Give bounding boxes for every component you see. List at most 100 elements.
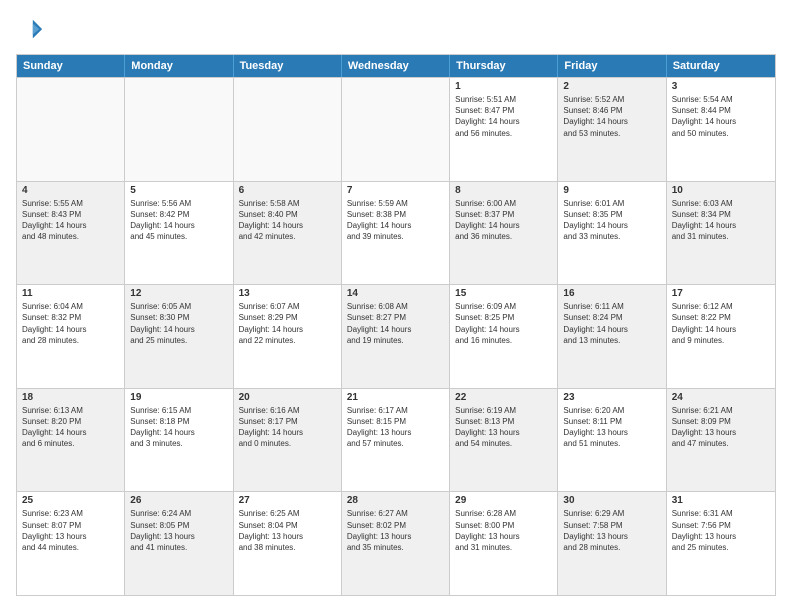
- day-cell-5: 5Sunrise: 5:56 AM Sunset: 8:42 PM Daylig…: [125, 182, 233, 285]
- day-number: 23: [563, 392, 660, 403]
- day-number: 9: [563, 185, 660, 196]
- day-cell-11: 11 Sunrise: 6:04 AM Sunset: 8:32 PM Dayli…: [17, 285, 125, 388]
- day-cell-23: 23 Sunrise: 6:20 AM Sunset: 8:11 PM Dayli…: [558, 389, 666, 492]
- day-number: 24: [672, 392, 770, 403]
- day-number: 12: [130, 288, 227, 299]
- day-number: 21: [347, 392, 444, 403]
- day-number: 19: [130, 392, 227, 403]
- day-cell-14: 14 Sunrise: 6:08 AM Sunset: 8:27 PM Dayli…: [342, 285, 450, 388]
- day-number: 22: [455, 392, 552, 403]
- day-number: 5: [130, 185, 227, 196]
- day-info: Sunrise: 6:04 AM Sunset: 8:32 PM Dayligh…: [22, 301, 119, 346]
- calendar-row-3: 18Sunrise: 6:13 AM Sunset: 8:20 PM Dayli…: [17, 388, 775, 492]
- day-info: Sunrise: 6:05 AM Sunset: 8:30 PM Dayligh…: [130, 301, 227, 346]
- logo: [16, 16, 48, 44]
- day-info: Sunrise: 6:27 AM Sunset: 8:02 PM Dayligh…: [347, 508, 444, 553]
- calendar-row-4: 25 Sunrise: 6:23 AM Sunset: 8:07 PM Dayli…: [17, 491, 775, 595]
- calendar-header: SundayMondayTuesdayWednesdayThursdayFrid…: [17, 55, 775, 77]
- calendar-row-2: 11 Sunrise: 6:04 AM Sunset: 8:32 PM Dayli…: [17, 284, 775, 388]
- day-cell-13: 13 Sunrise: 6:07 AM Sunset: 8:29 PM Dayli…: [234, 285, 342, 388]
- day-info: Sunrise: 5:51 AM Sunset: 8:47 PM Dayligh…: [455, 94, 552, 139]
- day-number: 11: [22, 288, 119, 299]
- day-cell-31: 31Sunrise: 6:31 AM Sunset: 7:56 PM Dayli…: [667, 492, 775, 595]
- day-info: Sunrise: 6:20 AM Sunset: 8:11 PM Dayligh…: [563, 405, 660, 450]
- day-cell-1: 1 Sunrise: 5:51 AM Sunset: 8:47 PM Daylig…: [450, 78, 558, 181]
- day-cell-30: 30Sunrise: 6:29 AM Sunset: 7:58 PM Dayli…: [558, 492, 666, 595]
- day-number: 8: [455, 185, 552, 196]
- day-header-tuesday: Tuesday: [234, 55, 342, 77]
- day-cell-16: 16Sunrise: 6:11 AM Sunset: 8:24 PM Dayli…: [558, 285, 666, 388]
- day-info: Sunrise: 6:12 AM Sunset: 8:22 PM Dayligh…: [672, 301, 770, 346]
- day-info: Sunrise: 6:08 AM Sunset: 8:27 PM Dayligh…: [347, 301, 444, 346]
- day-header-sunday: Sunday: [17, 55, 125, 77]
- day-header-wednesday: Wednesday: [342, 55, 450, 77]
- day-cell-19: 19 Sunrise: 6:15 AM Sunset: 8:18 PM Dayli…: [125, 389, 233, 492]
- day-cell-6: 6 Sunrise: 5:58 AM Sunset: 8:40 PM Daylig…: [234, 182, 342, 285]
- day-number: 1: [455, 81, 552, 92]
- day-info: Sunrise: 6:00 AM Sunset: 8:37 PM Dayligh…: [455, 198, 552, 243]
- day-info: Sunrise: 6:21 AM Sunset: 8:09 PM Dayligh…: [672, 405, 770, 450]
- calendar-row-0: 1 Sunrise: 5:51 AM Sunset: 8:47 PM Daylig…: [17, 77, 775, 181]
- calendar-body: 1 Sunrise: 5:51 AM Sunset: 8:47 PM Daylig…: [17, 77, 775, 595]
- day-cell-18: 18Sunrise: 6:13 AM Sunset: 8:20 PM Dayli…: [17, 389, 125, 492]
- day-info: Sunrise: 6:25 AM Sunset: 8:04 PM Dayligh…: [239, 508, 336, 553]
- day-cell-7: 7 Sunrise: 5:59 AM Sunset: 8:38 PM Daylig…: [342, 182, 450, 285]
- day-cell-4: 4 Sunrise: 5:55 AM Sunset: 8:43 PM Daylig…: [17, 182, 125, 285]
- day-number: 4: [22, 185, 119, 196]
- day-info: Sunrise: 6:16 AM Sunset: 8:17 PM Dayligh…: [239, 405, 336, 450]
- day-cell-24: 24 Sunrise: 6:21 AM Sunset: 8:09 PM Dayli…: [667, 389, 775, 492]
- day-number: 20: [239, 392, 336, 403]
- day-cell-2: 2Sunrise: 5:52 AM Sunset: 8:46 PM Daylig…: [558, 78, 666, 181]
- day-number: 26: [130, 495, 227, 506]
- day-cell-29: 29 Sunrise: 6:28 AM Sunset: 8:00 PM Dayli…: [450, 492, 558, 595]
- day-info: Sunrise: 6:07 AM Sunset: 8:29 PM Dayligh…: [239, 301, 336, 346]
- day-info: Sunrise: 5:59 AM Sunset: 8:38 PM Dayligh…: [347, 198, 444, 243]
- day-number: 6: [239, 185, 336, 196]
- day-info: Sunrise: 6:13 AM Sunset: 8:20 PM Dayligh…: [22, 405, 119, 450]
- day-info: Sunrise: 6:19 AM Sunset: 8:13 PM Dayligh…: [455, 405, 552, 450]
- day-number: 25: [22, 495, 119, 506]
- day-cell-20: 20 Sunrise: 6:16 AM Sunset: 8:17 PM Dayli…: [234, 389, 342, 492]
- day-header-thursday: Thursday: [450, 55, 558, 77]
- day-cell-21: 21 Sunrise: 6:17 AM Sunset: 8:15 PM Dayli…: [342, 389, 450, 492]
- day-number: 17: [672, 288, 770, 299]
- day-info: Sunrise: 6:03 AM Sunset: 8:34 PM Dayligh…: [672, 198, 770, 243]
- day-number: 7: [347, 185, 444, 196]
- day-number: 13: [239, 288, 336, 299]
- day-number: 27: [239, 495, 336, 506]
- day-number: 3: [672, 81, 770, 92]
- day-info: Sunrise: 5:58 AM Sunset: 8:40 PM Dayligh…: [239, 198, 336, 243]
- day-cell-8: 8 Sunrise: 6:00 AM Sunset: 8:37 PM Daylig…: [450, 182, 558, 285]
- day-info: Sunrise: 6:15 AM Sunset: 8:18 PM Dayligh…: [130, 405, 227, 450]
- day-info: Sunrise: 6:11 AM Sunset: 8:24 PM Dayligh…: [563, 301, 660, 346]
- day-info: Sunrise: 6:24 AM Sunset: 8:05 PM Dayligh…: [130, 508, 227, 553]
- day-cell-9: 9Sunrise: 6:01 AM Sunset: 8:35 PM Daylig…: [558, 182, 666, 285]
- day-header-friday: Friday: [558, 55, 666, 77]
- page: SundayMondayTuesdayWednesdayThursdayFrid…: [0, 0, 792, 612]
- logo-icon: [16, 16, 44, 44]
- day-info: Sunrise: 6:17 AM Sunset: 8:15 PM Dayligh…: [347, 405, 444, 450]
- day-info: Sunrise: 5:55 AM Sunset: 8:43 PM Dayligh…: [22, 198, 119, 243]
- day-number: 29: [455, 495, 552, 506]
- day-info: Sunrise: 6:23 AM Sunset: 8:07 PM Dayligh…: [22, 508, 119, 553]
- day-header-monday: Monday: [125, 55, 233, 77]
- empty-cell: [234, 78, 342, 181]
- header: [16, 16, 776, 44]
- calendar: SundayMondayTuesdayWednesdayThursdayFrid…: [16, 54, 776, 596]
- day-cell-22: 22 Sunrise: 6:19 AM Sunset: 8:13 PM Dayli…: [450, 389, 558, 492]
- day-info: Sunrise: 6:29 AM Sunset: 7:58 PM Dayligh…: [563, 508, 660, 553]
- day-number: 15: [455, 288, 552, 299]
- day-info: Sunrise: 6:31 AM Sunset: 7:56 PM Dayligh…: [672, 508, 770, 553]
- day-cell-17: 17 Sunrise: 6:12 AM Sunset: 8:22 PM Dayli…: [667, 285, 775, 388]
- day-cell-15: 15 Sunrise: 6:09 AM Sunset: 8:25 PM Dayli…: [450, 285, 558, 388]
- day-number: 28: [347, 495, 444, 506]
- day-number: 10: [672, 185, 770, 196]
- day-info: Sunrise: 5:54 AM Sunset: 8:44 PM Dayligh…: [672, 94, 770, 139]
- day-number: 14: [347, 288, 444, 299]
- day-info: Sunrise: 6:09 AM Sunset: 8:25 PM Dayligh…: [455, 301, 552, 346]
- day-cell-28: 28 Sunrise: 6:27 AM Sunset: 8:02 PM Dayli…: [342, 492, 450, 595]
- day-cell-3: 3 Sunrise: 5:54 AM Sunset: 8:44 PM Daylig…: [667, 78, 775, 181]
- day-info: Sunrise: 6:28 AM Sunset: 8:00 PM Dayligh…: [455, 508, 552, 553]
- day-info: Sunrise: 5:52 AM Sunset: 8:46 PM Dayligh…: [563, 94, 660, 139]
- empty-cell: [342, 78, 450, 181]
